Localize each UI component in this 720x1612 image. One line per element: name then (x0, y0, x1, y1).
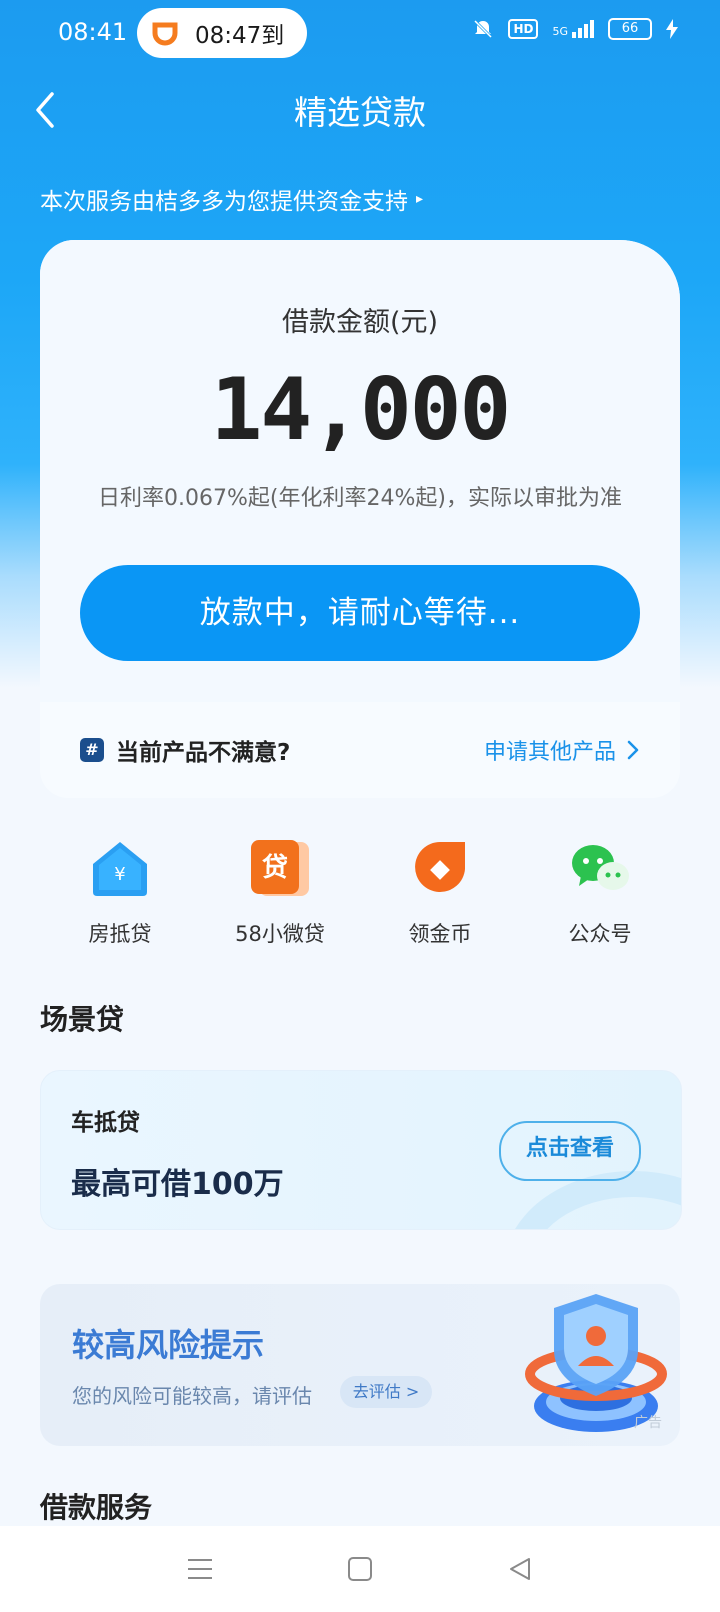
caret-right-icon: ▸ (416, 191, 424, 207)
system-navigation-bar (0, 1526, 720, 1612)
mute-bell-icon (474, 19, 493, 39)
loan-card: 借款金额(元) 14,000 日利率0.067%起(年化利率24%起)，实际以审… (40, 240, 680, 798)
loan-amount: 14,000 (210, 360, 512, 460)
page-title: 精选贷款 (294, 93, 426, 132)
status-icons: HD 5G 66 (472, 18, 678, 40)
trip-notification-pill[interactable]: 08:47到 (137, 8, 307, 58)
car-loan-card[interactable]: 车抵贷 最高可借100万 点击查看 (40, 1070, 682, 1230)
quick-links: ¥ 房抵贷 贷 58小微贷 领金币 公众号 (40, 838, 680, 948)
section-title-loan-service: 借款服务 (40, 1491, 153, 1524)
charging-bolt-icon (666, 19, 678, 39)
home-square-icon (348, 1557, 372, 1581)
back-nav-button[interactable] (500, 1549, 540, 1589)
car-loan-limit: 最高可借100万 (71, 1167, 284, 1202)
section-title-scene-loan: 场景贷 (40, 1003, 125, 1036)
menu-icon (188, 1559, 212, 1579)
network-type: 5G (552, 25, 568, 38)
signal-icon: 5G (552, 20, 594, 38)
coin-icon (415, 842, 465, 892)
amount-label: 借款金额(元) (281, 307, 439, 338)
quick-link-label: 公众号 (568, 922, 632, 946)
quick-link-official-account[interactable]: 公众号 (520, 838, 680, 948)
loan-status-button[interactable]: 放款中，请耐心等待... (80, 565, 640, 661)
dissatisfied-text: 当前产品不满意? (116, 740, 291, 766)
quick-link-label: 58小微贷 (235, 922, 325, 946)
hash-tag-icon: # (80, 738, 104, 762)
loan-badge-icon: 贷 (251, 840, 309, 896)
rate-text: 日利率0.067%起(年化利率24%起)，实际以审批为准 (98, 486, 622, 511)
car-loan-title: 车抵贷 (71, 1110, 140, 1136)
apply-other-label: 申请其他产品 (483, 740, 616, 765)
wechat-icon (572, 845, 629, 890)
apply-other-link[interactable]: 申请其他产品 (484, 734, 640, 766)
risk-warning-card[interactable]: 较高风险提示 您的风险可能较高，请评估 去评估 > 广告 (40, 1284, 680, 1446)
ad-label: 广告 (634, 1415, 662, 1431)
quick-link-label: 房抵贷 (88, 922, 152, 946)
hd-icon: HD (508, 19, 539, 39)
notification-text: 08:47到 (195, 23, 285, 49)
status-time: 08:41 (58, 18, 128, 46)
evaluate-button[interactable]: 去评估 > (340, 1376, 432, 1408)
menu-nav-button[interactable] (180, 1549, 220, 1589)
battery-icon: 66 (608, 18, 652, 40)
back-triangle-icon (510, 1558, 530, 1580)
svg-text:¥: ¥ (114, 864, 125, 885)
risk-title: 较高风险提示 (72, 1326, 265, 1364)
quick-link-coins[interactable]: 领金币 (360, 838, 520, 948)
chevron-right-icon (627, 740, 639, 760)
battery-level: 66 (621, 21, 639, 36)
risk-subtitle: 您的风险可能较高，请评估 (72, 1384, 312, 1408)
quick-link-label: 领金币 (408, 922, 472, 946)
didi-logo-icon (152, 22, 178, 46)
house-loan-icon: ¥ (93, 842, 147, 896)
home-nav-button[interactable] (340, 1549, 380, 1589)
quick-link-micro-loan[interactable]: 贷 58小微贷 (200, 838, 360, 948)
alt-product-row: # 当前产品不满意? 申请其他产品 (40, 702, 680, 798)
provider-note[interactable]: 本次服务由桔多多为您提供资金支持 ▸ (40, 182, 423, 216)
view-details-button[interactable]: 点击查看 (499, 1121, 641, 1181)
svg-text:贷: 贷 (262, 852, 288, 883)
dissatisfied-group: # 当前产品不满意? (80, 733, 290, 767)
provider-note-text: 本次服务由桔多多为您提供资金支持 (40, 189, 408, 215)
quick-link-house-loan[interactable]: ¥ 房抵贷 (40, 838, 200, 948)
